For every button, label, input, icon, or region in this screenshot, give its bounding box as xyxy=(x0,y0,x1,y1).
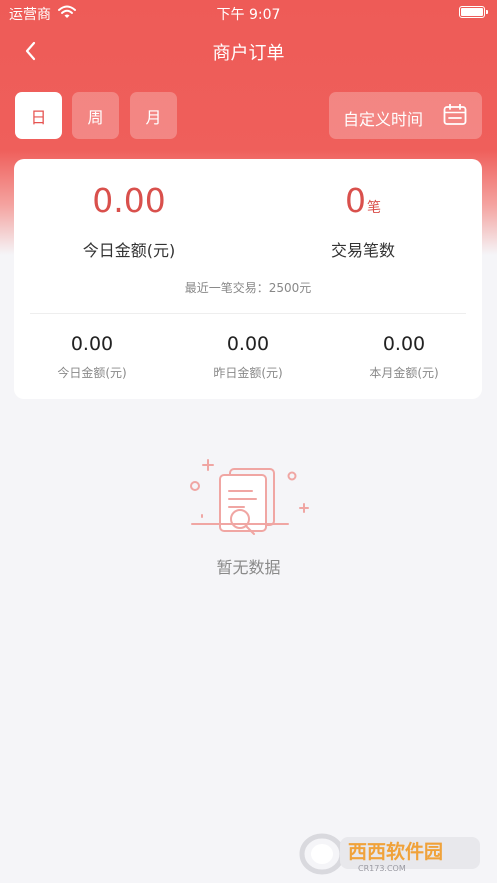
site-watermark-logo: 西西软件园 CR173.COM xyxy=(299,833,480,875)
stat-today: 0.00 今日金额(元) xyxy=(14,333,170,381)
today-amount-value: 0.00 xyxy=(92,181,166,220)
status-bar: 运营商 下午 9:07 xyxy=(0,0,497,26)
custom-time-button[interactable]: 自定义时间 xyxy=(329,92,482,139)
stat-month: 0.00 本月金额(元) xyxy=(326,333,482,381)
stat-yesterday: 0.00 昨日金额(元) xyxy=(170,333,326,381)
transaction-count-unit: 笔 xyxy=(367,200,381,216)
transaction-count: 0笔 xyxy=(244,181,482,220)
stat-yesterday-value: 0.00 xyxy=(226,333,270,355)
battery-icon xyxy=(459,6,488,18)
transaction-count-label: 交易笔数 xyxy=(330,241,395,260)
watermark-text: 西西软件园 xyxy=(348,840,443,863)
empty-state-text: 暂无数据 xyxy=(216,558,281,577)
period-week-label: 周 xyxy=(87,107,104,127)
custom-time-label: 自定义时间 xyxy=(343,110,424,129)
document-search-icon xyxy=(190,459,309,535)
period-month-label: 月 xyxy=(145,107,162,127)
merchant-orders-screen: 运营商 下午 9:07 商户订单 日 周 月 自定义时间 0.00 0笔 今日金… xyxy=(0,0,497,883)
period-day-label: 日 xyxy=(30,107,47,127)
stat-today-label: 今日金额(元) xyxy=(57,366,127,380)
watermark-sub: CR173.COM xyxy=(358,864,406,873)
summary-card: 0.00 0笔 今日金额(元) 交易笔数 最近一笔交易：2500元 0.00 今… xyxy=(14,159,482,399)
status-time: 下午 9:07 xyxy=(216,7,281,23)
page-title: 商户订单 xyxy=(212,43,285,64)
stat-month-value: 0.00 xyxy=(382,333,426,355)
period-month-button[interactable]: 月 xyxy=(130,92,177,139)
transaction-count-value: 0 xyxy=(345,181,366,220)
card-divider xyxy=(30,313,466,314)
stat-month-label: 本月金额(元) xyxy=(369,366,439,380)
period-day-button[interactable]: 日 xyxy=(15,92,62,139)
stat-today-value: 0.00 xyxy=(70,333,114,355)
nav-bar: 商户订单 xyxy=(0,30,497,72)
recent-transaction-text: 最近一笔交易：2500元 xyxy=(184,281,312,295)
period-week-button[interactable]: 周 xyxy=(72,92,119,139)
calendar-icon xyxy=(443,104,467,125)
today-amount-label: 今日金额(元) xyxy=(82,241,176,260)
stat-yesterday-label: 昨日金额(元) xyxy=(213,366,283,380)
